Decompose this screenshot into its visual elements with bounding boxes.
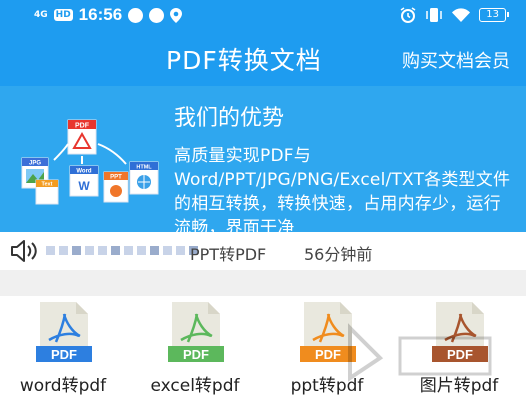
network-indicator: 4G	[34, 9, 48, 20]
status-time: 16:56	[78, 5, 123, 24]
speaker-icon	[11, 240, 37, 262]
advantage-banner: PDF JPG Text Word W PPT HTML 我们的优势 高质量实现…	[0, 86, 526, 238]
battery-indicator: 13	[479, 8, 509, 22]
hd-badge: HD	[53, 9, 73, 21]
pdf-art-label: PDF	[75, 123, 90, 130]
pdf-file-icon: PDF	[168, 302, 224, 362]
buy-vip-button[interactable]: 购买文档会员	[402, 47, 510, 73]
status-bar: 4G HD 16:56 13	[0, 0, 526, 30]
section-divider	[0, 270, 526, 296]
notice-bar: PPT转PDF 56分钟前	[0, 232, 526, 270]
watermark-logo	[348, 323, 492, 382]
notice-time: 56分钟前	[304, 245, 373, 264]
page-title: PDF转换文档	[166, 46, 322, 75]
tool-label: excel转pdf	[150, 376, 240, 396]
pdf-file-icon: PDF	[36, 302, 92, 362]
status-left: 4G HD 16:56	[34, 5, 183, 25]
html-art-label: HTML	[136, 165, 152, 171]
word-art-label: Word	[76, 169, 92, 175]
file-conversion-illustration: PDF JPG Text Word W PPT HTML	[21, 119, 159, 205]
notification-icon	[149, 7, 165, 23]
wifi-icon	[452, 8, 471, 22]
masked-username	[46, 246, 198, 255]
tool-excel-to-pdf[interactable]: PDF excel转pdf	[132, 296, 258, 401]
pdf-badge: PDF	[183, 347, 209, 362]
tool-label: word转pdf	[19, 376, 107, 396]
vibrate-icon	[426, 8, 443, 22]
ppt-art-label: PPT	[110, 175, 122, 181]
svg-text:W: W	[78, 179, 90, 193]
banner-description: 高质量实现PDF与Word/PPT/JPG/PNG/Excel/TXT各类型文件…	[174, 146, 511, 238]
pdf-badge: PDF	[51, 347, 77, 362]
location-icon	[170, 7, 183, 23]
notification-icon	[128, 7, 144, 23]
app-header: PDF转换文档 购买文档会员	[0, 30, 526, 86]
alarm-icon	[400, 7, 416, 23]
notice-text: PPT转PDF	[190, 245, 267, 264]
jpg-art-label: JPG	[29, 161, 41, 167]
status-right: 13	[400, 7, 509, 23]
text-art-label: Text	[42, 182, 53, 188]
tool-word-to-pdf[interactable]: PDF word转pdf	[0, 296, 126, 401]
banner-heading: 我们的优势	[174, 106, 285, 131]
